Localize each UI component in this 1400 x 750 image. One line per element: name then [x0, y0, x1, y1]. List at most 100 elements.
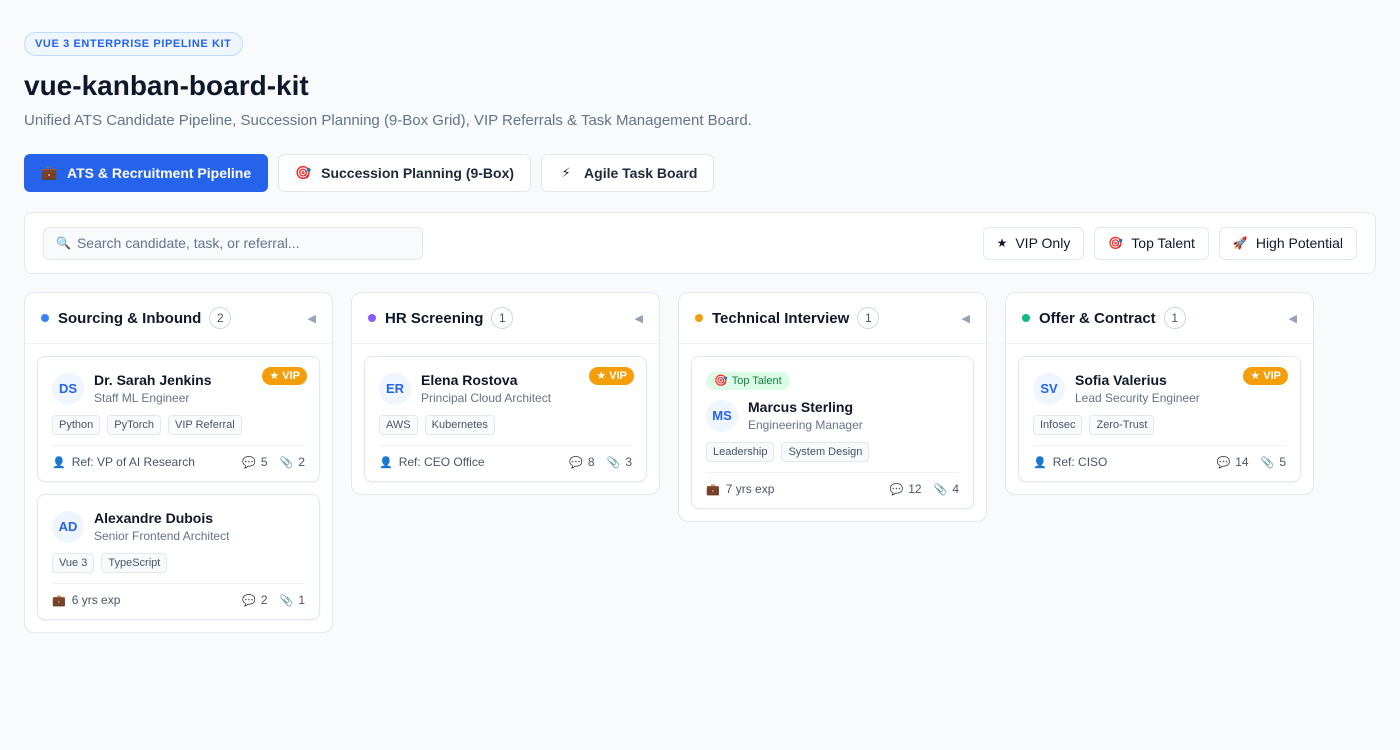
page-title: vue-kanban-board-kit	[24, 70, 309, 101]
attachments-count: 📎 4	[934, 482, 959, 496]
candidate-name: Dr. Sarah Jenkins	[94, 372, 212, 388]
comment-icon: 💬	[242, 594, 256, 607]
tab-ats-pipeline[interactable]: 💼 ATS & Recruitment Pipeline	[24, 154, 269, 192]
column-title: Technical Interview	[712, 309, 850, 327]
briefcase-icon: 💼	[706, 483, 720, 496]
card-meta-text: Ref: VP of AI Research	[71, 455, 195, 469]
candidate-name: Elena Rostova	[421, 372, 518, 388]
star-icon: ★	[996, 236, 1008, 250]
kanban-column: Sourcing & Inbound 2 ◀ ★ VIP DS Dr. Sara…	[24, 292, 333, 633]
card-meta: 💼 6 yrs exp	[52, 593, 120, 607]
candidate-card[interactable]: ★ VIP DS Dr. Sarah Jenkins Staff ML Engi…	[37, 356, 320, 482]
skill-tag: Zero-Trust	[1089, 415, 1155, 435]
candidate-role: Principal Cloud Architect	[421, 391, 552, 405]
attachments-value: 5	[1279, 455, 1286, 469]
card-meta: 👤 Ref: VP of AI Research	[52, 455, 195, 469]
skill-tags: Infosec Zero-Trust	[1033, 415, 1286, 435]
attachments-value: 4	[952, 482, 959, 496]
attachments-count: 📎 3	[607, 455, 632, 469]
candidate-role: Engineering Manager	[748, 418, 863, 432]
tab-succession-planning[interactable]: 🎯 Succession Planning (9-Box)	[278, 154, 532, 192]
candidate-role: Senior Frontend Architect	[94, 529, 230, 543]
top-talent-label: Top Talent	[731, 375, 782, 387]
candidate-card[interactable]: ★ VIP SV Sofia Valerius Lead Security En…	[1018, 356, 1301, 482]
candidate-card[interactable]: AD Alexandre Dubois Senior Frontend Arch…	[37, 494, 320, 620]
paperclip-icon: 📎	[1260, 456, 1275, 469]
column-status-dot	[695, 314, 703, 322]
card-list: 🎯 Top Talent MS Marcus Sterling Engineer…	[679, 344, 986, 509]
vip-badge: ★ VIP	[262, 367, 307, 385]
column-status-dot	[41, 314, 49, 322]
column-status-dot	[368, 314, 376, 322]
kanban-column: Technical Interview 1 ◀ 🎯 Top Talent MS …	[678, 292, 987, 522]
tab-agile-task-board[interactable]: ⚡ Agile Task Board	[541, 154, 715, 192]
collapse-arrow-icon[interactable]: ◀	[635, 312, 643, 325]
person-icon: 👤	[52, 456, 66, 469]
comments-count: 💬 14	[1217, 455, 1249, 469]
column-status-dot	[1022, 314, 1030, 322]
comment-icon: 💬	[889, 483, 904, 496]
candidate-role: Staff ML Engineer	[94, 391, 190, 405]
comments-value: 5	[260, 455, 268, 469]
comment-icon: 💬	[1216, 456, 1231, 469]
search-box[interactable]: 🔍	[43, 226, 423, 260]
candidate-name: Marcus Sterling	[748, 399, 854, 415]
column-title: Offer & Contract	[1039, 309, 1156, 327]
view-tabs: 💼 ATS & Recruitment Pipeline 🎯 Successio…	[24, 154, 1376, 192]
comments-value: 8	[587, 455, 595, 469]
filter-vip-only[interactable]: ★ VIP Only	[982, 226, 1085, 260]
person-icon: 👤	[1033, 456, 1047, 469]
target-icon: 🎯	[295, 165, 312, 180]
collapse-arrow-icon[interactable]: ◀	[308, 312, 316, 325]
skill-tags: Leadership System Design	[706, 442, 959, 462]
column-header: HR Screening 1 ◀	[352, 293, 659, 344]
briefcase-icon: 💼	[41, 165, 58, 180]
filter-high-potential[interactable]: 🚀 High Potential	[1218, 226, 1357, 260]
skill-tag: TypeScript	[101, 553, 168, 573]
candidate-card[interactable]: ★ VIP ER Elena Rostova Principal Cloud A…	[364, 356, 647, 482]
rocket-icon: 🚀	[1232, 236, 1248, 250]
skill-tag: Leadership	[706, 442, 775, 462]
card-stats: 💬 5 📎 2	[242, 455, 305, 469]
quick-filters: ★ VIP Only 🎯 Top Talent 🚀 High Potential	[982, 226, 1357, 260]
column-count-badge: 1	[857, 307, 880, 329]
card-stats: 💬 12 📎 4	[890, 482, 959, 496]
page-subtitle: Unified ATS Candidate Pipeline, Successi…	[24, 112, 752, 129]
attachments-count: 📎 2	[280, 455, 305, 469]
paperclip-icon: 📎	[933, 483, 948, 496]
card-footer: 💼 7 yrs exp 💬 12 📎 4	[706, 472, 959, 496]
tab-label: Agile Task Board	[584, 165, 698, 181]
card-meta-text: Ref: CISO	[1052, 455, 1108, 469]
skill-tag: Python	[52, 415, 101, 435]
candidate-card[interactable]: 🎯 Top Talent MS Marcus Sterling Engineer…	[691, 356, 974, 509]
card-footer: 👤 Ref: VP of AI Research 💬 5 📎 2	[52, 445, 305, 469]
paperclip-icon: 📎	[279, 594, 294, 607]
search-input[interactable]	[76, 235, 410, 251]
card-list: ★ VIP DS Dr. Sarah Jenkins Staff ML Engi…	[25, 344, 332, 620]
collapse-arrow-icon[interactable]: ◀	[1289, 312, 1297, 325]
column-count-badge: 1	[491, 307, 514, 329]
avatar: ER	[379, 372, 411, 405]
vip-badge: ★ VIP	[589, 367, 634, 385]
comments-count: 💬 2	[242, 593, 267, 607]
comments-count: 💬 12	[890, 482, 922, 496]
attachments-count: 📎 1	[280, 593, 305, 607]
candidate-info: MS Marcus Sterling Engineering Manager	[706, 398, 959, 433]
comments-value: 2	[260, 593, 268, 607]
card-meta-text: 7 yrs exp	[725, 482, 775, 496]
attachments-value: 1	[298, 593, 305, 607]
kanban-board: Sourcing & Inbound 2 ◀ ★ VIP DS Dr. Sara…	[24, 292, 1376, 633]
skill-tag: AWS	[379, 415, 418, 435]
card-stats: 💬 8 📎 3	[569, 455, 632, 469]
search-icon: 🔍	[56, 236, 71, 250]
paperclip-icon: 📎	[279, 456, 294, 469]
filter-top-talent[interactable]: 🎯 Top Talent	[1094, 226, 1209, 260]
lightning-icon: ⚡	[561, 165, 571, 180]
card-meta-text: Ref: CEO Office	[398, 455, 485, 469]
attachments-value: 2	[298, 455, 305, 469]
column-count-badge: 1	[1163, 307, 1186, 329]
filter-label: VIP Only	[1015, 235, 1071, 251]
collapse-arrow-icon[interactable]: ◀	[962, 312, 970, 325]
candidate-name: Alexandre Dubois	[94, 510, 214, 526]
column-header: Offer & Contract 1 ◀	[1006, 293, 1313, 344]
